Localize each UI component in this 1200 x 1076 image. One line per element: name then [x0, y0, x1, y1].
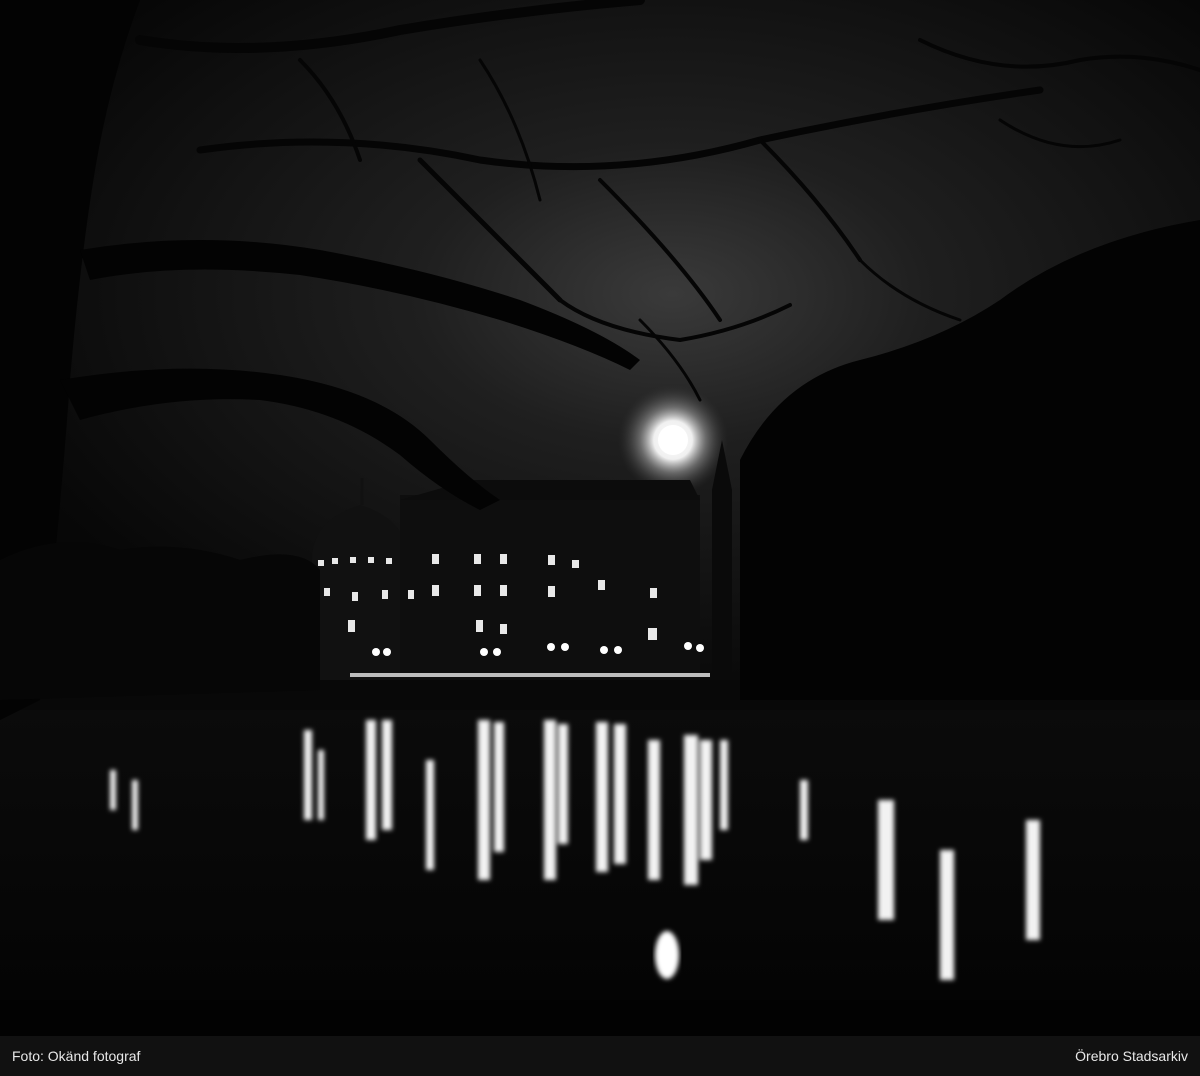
night-photograph [0, 0, 1200, 1036]
photographer-credit: Foto: Okänd fotograf [12, 1048, 141, 1064]
moon-reflection [655, 931, 679, 979]
moon [618, 385, 728, 495]
foreground-bank [0, 1000, 1200, 1036]
archive-credit: Örebro Stadsarkiv [1075, 1048, 1188, 1064]
caption-bar: Foto: Okänd fotograf Örebro Stadsarkiv [0, 1036, 1200, 1076]
